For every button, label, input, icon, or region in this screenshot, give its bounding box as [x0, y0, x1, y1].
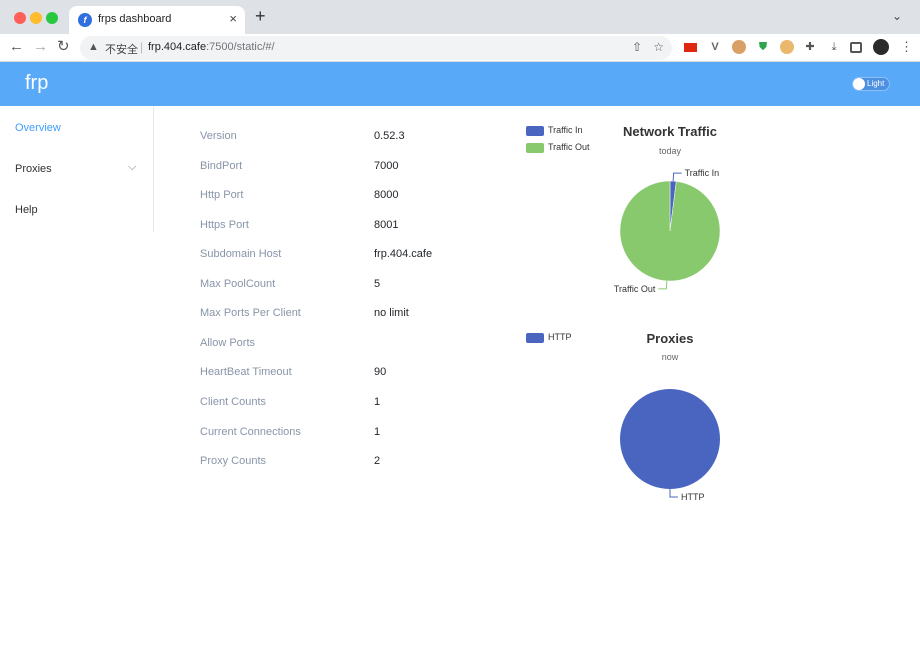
network-traffic-pie: Traffic In Traffic Out: [614, 168, 721, 294]
cookie-extension-icon[interactable]: [732, 40, 746, 54]
info-label: Allow Ports: [200, 337, 256, 349]
info-label: Current Connections: [200, 426, 301, 438]
proxies-pie: HTTP: [620, 389, 720, 502]
info-row-version: Version 0.52.3: [200, 130, 490, 146]
china-flag-extension-icon[interactable]: [684, 43, 697, 52]
info-value: 8001: [374, 219, 399, 231]
bookmark-star-icon[interactable]: ☆: [653, 40, 664, 54]
info-value: 8000: [374, 189, 399, 201]
info-value: 5: [374, 278, 381, 290]
frp-favicon-icon: f: [78, 13, 92, 27]
profile-avatar[interactable]: [873, 39, 889, 55]
url-text[interactable]: frp.404.cafe:7500/static/#/: [148, 41, 275, 53]
forward-arrow-icon[interactable]: →: [33, 38, 48, 56]
info-value: 2: [374, 455, 381, 467]
info-label: Max PoolCount: [200, 278, 276, 290]
share-icon[interactable]: ⇧: [632, 40, 642, 54]
info-row-max-ports-per-client: Max Ports Per Client no limit: [200, 307, 490, 323]
info-value: 7000: [374, 160, 399, 172]
info-label: Http Port: [200, 189, 244, 201]
info-label: Version: [200, 130, 237, 142]
info-row-max-poolcount: Max PoolCount 5: [200, 278, 490, 294]
browser-menu-icon[interactable]: ⋮: [900, 39, 913, 55]
sidebar-item-overview[interactable]: Overview: [15, 122, 61, 134]
url-host: frp.404.cafe: [148, 41, 207, 53]
chart-subtitle: now: [661, 352, 679, 362]
theme-label: Light: [867, 79, 885, 88]
info-row-client-counts: Client Counts 1: [200, 396, 490, 412]
info-row-subdomain-host: Subdomain Host frp.404.cafe: [200, 248, 490, 264]
chart-title: Network Traffic: [623, 124, 717, 139]
info-label: Max Ports Per Client: [200, 307, 301, 319]
info-label: BindPort: [200, 160, 243, 172]
v-extension-icon[interactable]: V: [708, 40, 722, 54]
brand-logo: frp: [25, 72, 49, 94]
info-value: no limit: [374, 307, 409, 319]
info-label: HeartBeat Timeout: [200, 366, 292, 378]
theme-toggle[interactable]: Light: [852, 77, 890, 91]
info-label: Proxy Counts: [200, 455, 267, 467]
pie-label-traffic-in: Traffic In: [685, 168, 720, 178]
browser-toolbar: ← → ↻ ▲ 不安全 | frp.404.cafe:7500/static/#…: [0, 34, 920, 62]
info-row-bindport: BindPort 7000: [200, 160, 490, 176]
legend-swatch: [526, 126, 544, 136]
puzzle-extensions-icon[interactable]: ✚: [803, 40, 817, 54]
sidebar-menu: Overview Proxies ⌵ Help: [0, 106, 154, 232]
maximize-window-button[interactable]: [46, 12, 58, 24]
security-status[interactable]: 不安全: [105, 41, 138, 57]
info-label: Https Port: [200, 219, 249, 231]
pie-label-traffic-out: Traffic Out: [614, 284, 656, 294]
pie-label-line: [669, 489, 678, 498]
close-window-button[interactable]: [14, 12, 26, 24]
sidebar-item-help[interactable]: Help: [15, 204, 38, 216]
chart-subtitle: today: [658, 146, 682, 156]
pie-label-line: [672, 172, 682, 182]
info-row-proxy-counts: Proxy Counts 2: [200, 455, 490, 471]
browser-tab[interactable]: f frps dashboard ×: [69, 6, 245, 34]
toggle-knob: [853, 78, 865, 90]
chart-title: Proxies: [646, 331, 694, 346]
info-row-current-connections: Current Connections 1: [200, 426, 490, 442]
pie-slice-http[interactable]: [620, 389, 720, 489]
chevron-down-icon[interactable]: ⌵: [128, 161, 136, 174]
info-label: Subdomain Host: [200, 248, 282, 260]
info-value: 0.52.3: [374, 130, 405, 142]
info-value: 90: [374, 366, 387, 378]
info-value: 1: [374, 396, 381, 408]
pie-label-http: HTTP: [681, 492, 705, 502]
info-row-heartbeat-timeout: HeartBeat Timeout 90: [200, 366, 490, 382]
side-panel-icon[interactable]: [850, 42, 862, 53]
reload-icon[interactable]: ↻: [57, 38, 70, 56]
address-bar[interactable]: ▲ 不安全 | frp.404.cafe:7500/static/#/ ⇧ ☆: [80, 36, 672, 60]
info-row-https-port: Https Port 8001: [200, 219, 490, 235]
browser-tab-bar: f frps dashboard × + ⌄: [0, 0, 920, 34]
sidebar-item-proxies[interactable]: Proxies: [15, 163, 52, 175]
tab-title: frps dashboard: [98, 13, 172, 25]
legend-swatch: [526, 143, 544, 153]
minimize-window-button[interactable]: [30, 12, 42, 24]
url-path: :7500/static/#/: [206, 41, 275, 53]
legend-label: HTTP: [548, 332, 572, 342]
address-separator: |: [140, 40, 144, 54]
download-icon[interactable]: ⤓: [827, 40, 841, 54]
info-row-allow-ports: Allow Ports: [200, 337, 490, 353]
shield-extension-icon[interactable]: ⛊: [756, 40, 770, 54]
tab-search-chevron-icon[interactable]: ⌄: [892, 9, 902, 23]
pie-slice-traffic-out[interactable]: [619, 180, 721, 282]
info-label: Client Counts: [200, 396, 267, 408]
legend-swatch: [526, 333, 544, 343]
back-arrow-icon[interactable]: ←: [9, 38, 24, 56]
info-value: frp.404.cafe: [374, 248, 433, 260]
warning-icon[interactable]: ▲: [88, 41, 99, 53]
info-value: 1: [374, 426, 381, 438]
new-tab-button[interactable]: +: [255, 7, 266, 25]
app-header: frp Light: [0, 62, 920, 106]
tab-close-icon[interactable]: ×: [229, 11, 237, 26]
cat-extension-icon[interactable]: [780, 40, 794, 54]
pie-label-line: [658, 280, 668, 290]
info-row-http-port: Http Port 8000: [200, 189, 490, 205]
